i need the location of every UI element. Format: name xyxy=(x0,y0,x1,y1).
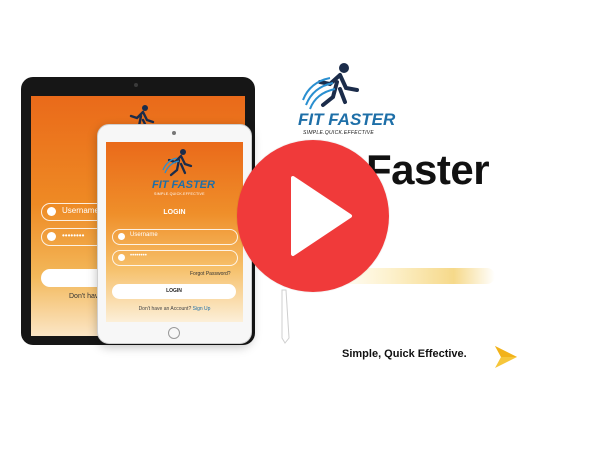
home-button xyxy=(168,327,180,339)
tablet-camera xyxy=(172,131,176,135)
shield-icon xyxy=(118,254,125,261)
username-field[interactable]: Username xyxy=(112,229,238,245)
user-icon xyxy=(118,233,125,240)
large-username-placeholder: Username xyxy=(62,206,99,215)
stylus-icon xyxy=(281,289,290,344)
runner-logo-icon xyxy=(162,149,193,177)
large-password-value: •••••••• xyxy=(62,231,85,240)
small-tablet-logo-tagline: SIMPLE.QUICK.EFFECTIVE xyxy=(154,192,205,196)
password-value: •••••••• xyxy=(130,253,147,259)
login-button[interactable]: LOGIN xyxy=(112,284,236,299)
signup-prompt: Don't have an Account? xyxy=(138,306,192,312)
forgot-password-link[interactable]: Forgot Password? xyxy=(190,271,231,277)
shield-icon xyxy=(47,232,56,241)
login-title: LOGIN xyxy=(163,209,186,216)
brand-tagline: Simple, Quick Effective. xyxy=(342,348,467,360)
runner-logo-icon xyxy=(302,63,359,110)
tablet-camera xyxy=(134,83,138,87)
username-placeholder: Username xyxy=(130,232,158,238)
user-icon xyxy=(47,207,56,216)
small-tablet-logo-text: FIT FASTER xyxy=(152,179,215,191)
brand-logo-text: FIT FASTER xyxy=(298,110,396,129)
small-tablet-screen: FIT FASTER SIMPLE.QUICK.EFFECTIVE LOGIN … xyxy=(106,142,243,322)
signup-row: Don't have an Account? Sign Up xyxy=(106,306,243,312)
password-field[interactable]: •••••••• xyxy=(112,250,238,266)
signup-link[interactable]: Sign Up xyxy=(193,306,211,312)
play-button[interactable] xyxy=(237,140,389,292)
play-icon xyxy=(291,176,352,256)
chevron-logo-icon xyxy=(495,346,517,368)
brand-logo-tagline: SIMPLE.QUICK.EFFECTIVE xyxy=(303,130,375,136)
small-tablet: FIT FASTER SIMPLE.QUICK.EFFECTIVE LOGIN … xyxy=(97,124,252,344)
